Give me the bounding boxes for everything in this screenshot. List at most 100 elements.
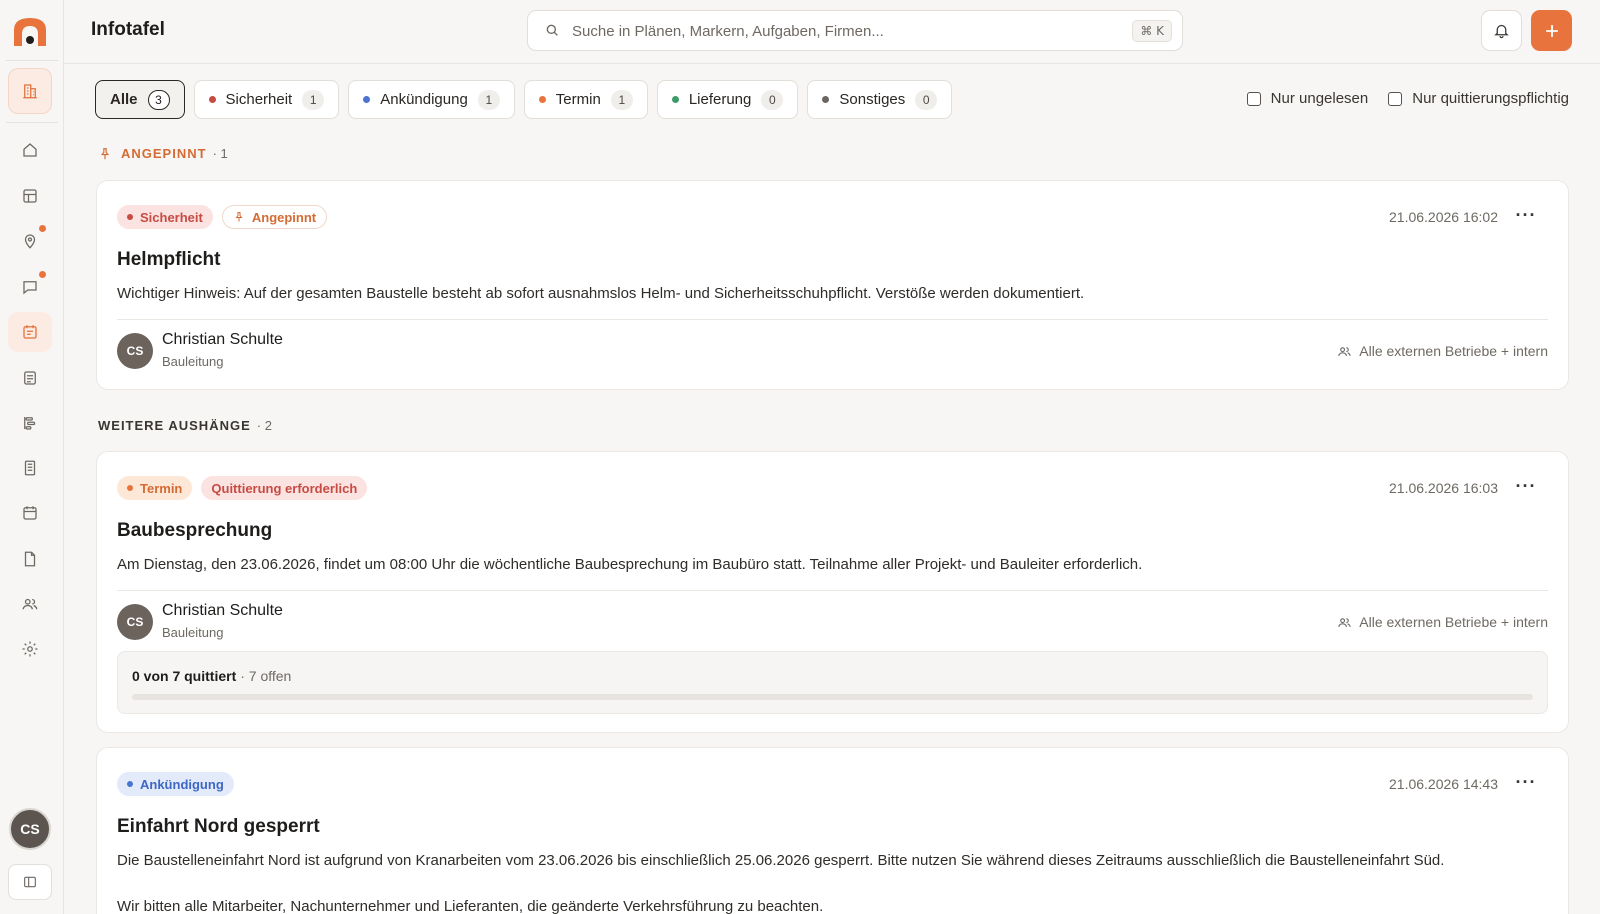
- category-dot: [671, 96, 679, 103]
- notification-dot: [39, 225, 46, 232]
- filter-chip-termin[interactable]: Termin 1: [523, 80, 648, 119]
- pin-icon: [100, 147, 110, 159]
- noticeboard-icon: [23, 325, 37, 339]
- category-tag: Termin: [117, 476, 193, 500]
- category-dot: [208, 96, 216, 103]
- category-dot: [127, 485, 133, 491]
- tag-label: Sicherheit: [140, 209, 203, 225]
- checkbox-box[interactable]: [1246, 91, 1261, 106]
- tag-label: Ankündigung: [140, 776, 224, 792]
- author-role: Bauleitung: [162, 354, 224, 369]
- card-body-text: Am Dienstag, den 23.06.2026, findet um 0…: [117, 556, 1143, 573]
- sidebar-item-plans[interactable]: [8, 176, 52, 216]
- plus-icon: [1545, 24, 1558, 37]
- acknowledgement-open: · 7 offen: [240, 668, 292, 684]
- card-body-text: Wir bitten alle Mitarbeiter, Nachunterne…: [117, 898, 824, 914]
- pin-icon: [235, 212, 243, 222]
- notifications-button[interactable]: [1481, 10, 1522, 51]
- card-body: Die Baustelleneinfahrt Nord ist aufgrund…: [117, 850, 1548, 914]
- calendar-icon: [23, 506, 37, 520]
- notice-card[interactable]: Sicherheit Angepinnt 21.06.2026 16:02 ··…: [96, 180, 1569, 390]
- home-icon: [23, 143, 37, 157]
- filter-chip-count: 1: [302, 89, 325, 110]
- category-dot: [127, 214, 133, 220]
- sidebar-item-markers[interactable]: [8, 221, 52, 261]
- audience-label: Alle externen Betriebe + intern: [1337, 343, 1548, 359]
- notification-dot: [39, 271, 46, 278]
- card-date: 21.06.2026 16:03: [1389, 480, 1498, 496]
- sidebar-item-schedule[interactable]: [8, 403, 52, 443]
- filter-chip-label: Sicherheit: [225, 91, 293, 108]
- filter-chip-lieferung[interactable]: Lieferung 0: [656, 80, 799, 119]
- sidebar-item-reports[interactable]: [8, 448, 52, 488]
- sidebar-item-infotafel[interactable]: [8, 312, 52, 352]
- file-icon: [24, 551, 36, 567]
- audience-text: Alle externen Betriebe + intern: [1359, 614, 1548, 630]
- sidebar-item-calendar[interactable]: [8, 493, 52, 533]
- gear-icon: [22, 641, 38, 657]
- more-options-button[interactable]: ···: [1514, 770, 1538, 794]
- sidebar-item-documents[interactable]: [8, 358, 52, 398]
- acknowledgement-status: 0 von 7 quittiert · 7 offen: [117, 651, 1548, 714]
- card-body: Wichtiger Hinweis: Auf der gesamten Baus…: [117, 283, 1548, 305]
- category-dot: [822, 96, 830, 103]
- filter-chip-label: Alle: [110, 91, 138, 108]
- sidebar-item-settings[interactable]: [8, 629, 52, 669]
- card-divider: [117, 319, 1548, 320]
- tag-label: Angepinnt: [251, 209, 317, 225]
- page-title: Infotafel: [91, 19, 165, 40]
- filter-chip-sonstiges[interactable]: Sonstiges 0: [807, 80, 953, 119]
- filter-chip-ankuendigung[interactable]: Ankündigung 1: [348, 80, 515, 119]
- card-date: 21.06.2026 14:43: [1389, 776, 1498, 792]
- more-options-button[interactable]: ···: [1514, 474, 1538, 498]
- project-switcher-button[interactable]: [8, 68, 52, 114]
- author-avatar: CS: [117, 333, 153, 369]
- filter-chip-count: 1: [477, 89, 500, 110]
- filter-chip-alle[interactable]: Alle 3: [95, 80, 185, 119]
- checkbox-nur-quittierungspflichtig[interactable]: Nur quittierungspflichtig: [1388, 90, 1569, 107]
- sidebar-item-chat[interactable]: [8, 267, 52, 307]
- filter-checkboxes: Nur ungelesen Nur quittierungspflichtig: [1246, 90, 1569, 107]
- users-icon: [22, 598, 38, 610]
- author-name: Christian Schulte: [162, 602, 283, 619]
- checkbox-label: Nur quittierungspflichtig: [1412, 90, 1569, 107]
- create-button[interactable]: [1531, 10, 1572, 51]
- tag-label: Termin: [140, 480, 183, 496]
- acknowledgement-required-tag: Quittierung erforderlich: [201, 476, 368, 500]
- tag-list: Termin Quittierung erforderlich: [117, 476, 368, 500]
- checkbox-box[interactable]: [1388, 91, 1403, 106]
- table-icon: [23, 189, 37, 203]
- sidebar-collapse-button[interactable]: [8, 864, 52, 900]
- section-count: · 1: [212, 146, 228, 161]
- card-body: Am Dienstag, den 23.06.2026, findet um 0…: [117, 554, 1548, 576]
- tag-label: Quittierung erforderlich: [211, 480, 358, 496]
- notice-card[interactable]: Ankündigung 21.06.2026 14:43 ··· Einfahr…: [96, 747, 1569, 914]
- section-title: WEITERE AUSHÄNGE: [98, 418, 251, 433]
- search-input[interactable]: Suche in Plänen, Markern, Aufgaben, Firm…: [527, 10, 1183, 51]
- notice-card[interactable]: Termin Quittierung erforderlich 21.06.20…: [96, 451, 1569, 733]
- card-title: Einfahrt Nord gesperrt: [117, 816, 320, 837]
- card-date: 21.06.2026 16:02: [1389, 209, 1498, 225]
- acknowledgement-summary: 0 von 7 quittiert · 7 offen: [132, 668, 291, 684]
- acknowledgement-progress-bar: [132, 694, 1533, 700]
- sidebar-toggle-icon: [24, 876, 36, 888]
- card-body-text: Wichtiger Hinweis: Auf der gesamten Baus…: [117, 285, 1085, 302]
- filter-chip-sicherheit[interactable]: Sicherheit 1: [193, 80, 340, 119]
- app-logo[interactable]: [12, 16, 48, 48]
- card-body-text: Die Baustelleneinfahrt Nord ist aufgrund…: [117, 852, 1445, 869]
- section-count: · 2: [256, 418, 272, 433]
- filter-chip-label: Ankündigung: [380, 91, 468, 108]
- author-name: Christian Schulte: [162, 331, 283, 348]
- pinned-tag: Angepinnt: [221, 205, 328, 229]
- more-options-button[interactable]: ···: [1514, 203, 1538, 227]
- user-avatar[interactable]: CS: [9, 808, 51, 850]
- tag-list: Sicherheit Angepinnt: [117, 205, 328, 229]
- sidebar-item-companies[interactable]: [8, 584, 52, 624]
- filter-chip-count: 3: [147, 89, 170, 110]
- checkbox-nur-ungelesen[interactable]: Nur ungelesen: [1246, 90, 1368, 107]
- category-tag: Sicherheit: [117, 205, 213, 229]
- sidebar-item-home[interactable]: [8, 130, 52, 170]
- sidebar-item-files[interactable]: [8, 539, 52, 579]
- search-placeholder: Suche in Plänen, Markern, Aufgaben, Firm…: [572, 23, 884, 40]
- author-role: Bauleitung: [162, 625, 224, 640]
